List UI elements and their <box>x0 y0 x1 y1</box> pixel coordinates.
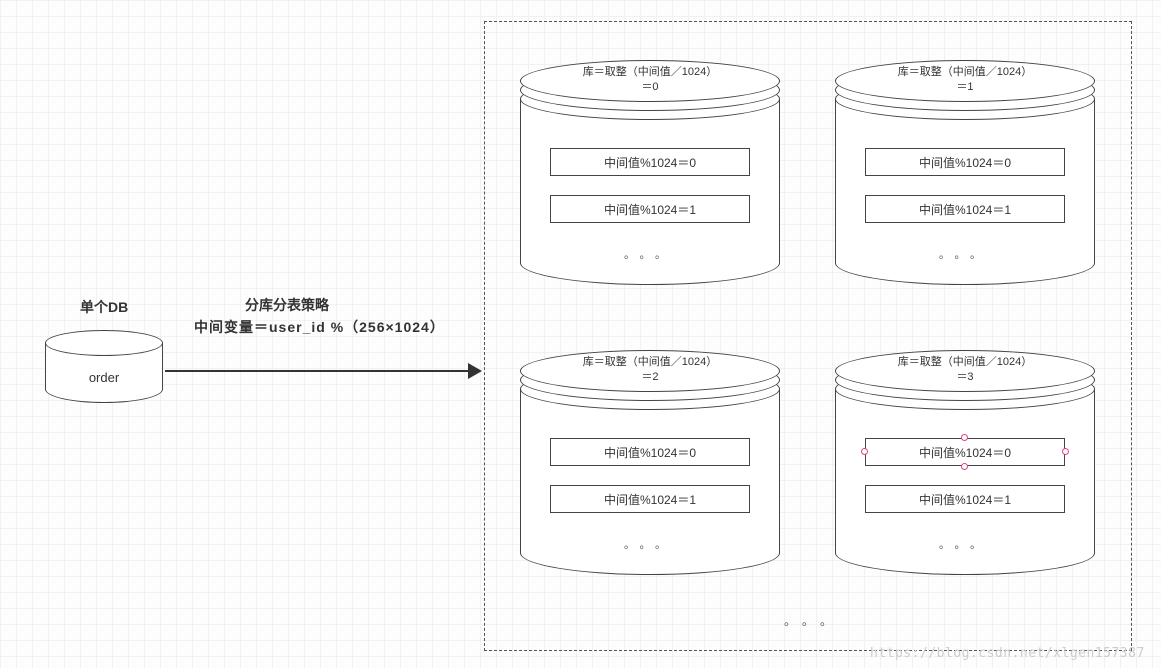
selection-handle-icon[interactable] <box>861 448 868 455</box>
selection-handle-icon[interactable] <box>961 463 968 470</box>
db-shard-0-dots: 。。。 <box>520 246 780 262</box>
db-shard-3: 库＝取整（中间值／1024）＝3 中间值%1024＝0 中间值%1024＝1 。… <box>835 350 1095 575</box>
db-shard-2-table-0: 中间值%1024＝0 <box>550 438 750 466</box>
db-shard-0-table-1: 中间值%1024＝1 <box>550 195 750 223</box>
db-shard-1-dots: 。。。 <box>835 246 1095 262</box>
watermark-text: https://blog.csdn.net/xlgen157387 <box>870 646 1145 661</box>
strategy-formula: 中间变量＝user_id %（256×1024） <box>194 317 445 337</box>
strategy-title: 分库分表策略 <box>245 295 329 315</box>
db-shard-2-dots: 。。。 <box>520 536 780 552</box>
db-shard-3-dots: 。。。 <box>835 536 1095 552</box>
single-db-label: order <box>45 370 163 385</box>
db-shard-3-table-1: 中间值%1024＝1 <box>865 485 1065 513</box>
group-ellipsis: 。。。 <box>784 612 844 629</box>
db-shard-1: 库＝取整（中间值／1024）＝1 中间值%1024＝0 中间值%1024＝1 。… <box>835 60 1095 285</box>
db-shard-0-table-0: 中间值%1024＝0 <box>550 148 750 176</box>
db-shard-3-table-0[interactable]: 中间值%1024＝0 <box>865 438 1065 466</box>
single-db-cylinder: order <box>45 330 163 412</box>
db-shard-2-table-1: 中间值%1024＝1 <box>550 485 750 513</box>
db-shard-1-title: 库＝取整（中间值／1024）＝1 <box>835 65 1095 96</box>
db-shard-0-title: 库＝取整（中间值／1024）＝0 <box>520 65 780 96</box>
arrow-line <box>165 370 472 372</box>
selection-handle-icon[interactable] <box>1062 448 1069 455</box>
db-shard-1-table-0: 中间值%1024＝0 <box>865 148 1065 176</box>
db-shard-2-title: 库＝取整（中间值／1024）＝2 <box>520 355 780 386</box>
single-db-title: 单个DB <box>80 297 128 317</box>
arrow-head-icon <box>468 363 482 379</box>
selection-handle-icon[interactable] <box>961 434 968 441</box>
db-shard-0: 库＝取整（中间值／1024）＝0 中间值%1024＝0 中间值%1024＝1 。… <box>520 60 780 285</box>
db-shard-3-title: 库＝取整（中间值／1024）＝3 <box>835 355 1095 386</box>
db-shard-2: 库＝取整（中间值／1024）＝2 中间值%1024＝0 中间值%1024＝1 。… <box>520 350 780 575</box>
db-shard-1-table-1: 中间值%1024＝1 <box>865 195 1065 223</box>
